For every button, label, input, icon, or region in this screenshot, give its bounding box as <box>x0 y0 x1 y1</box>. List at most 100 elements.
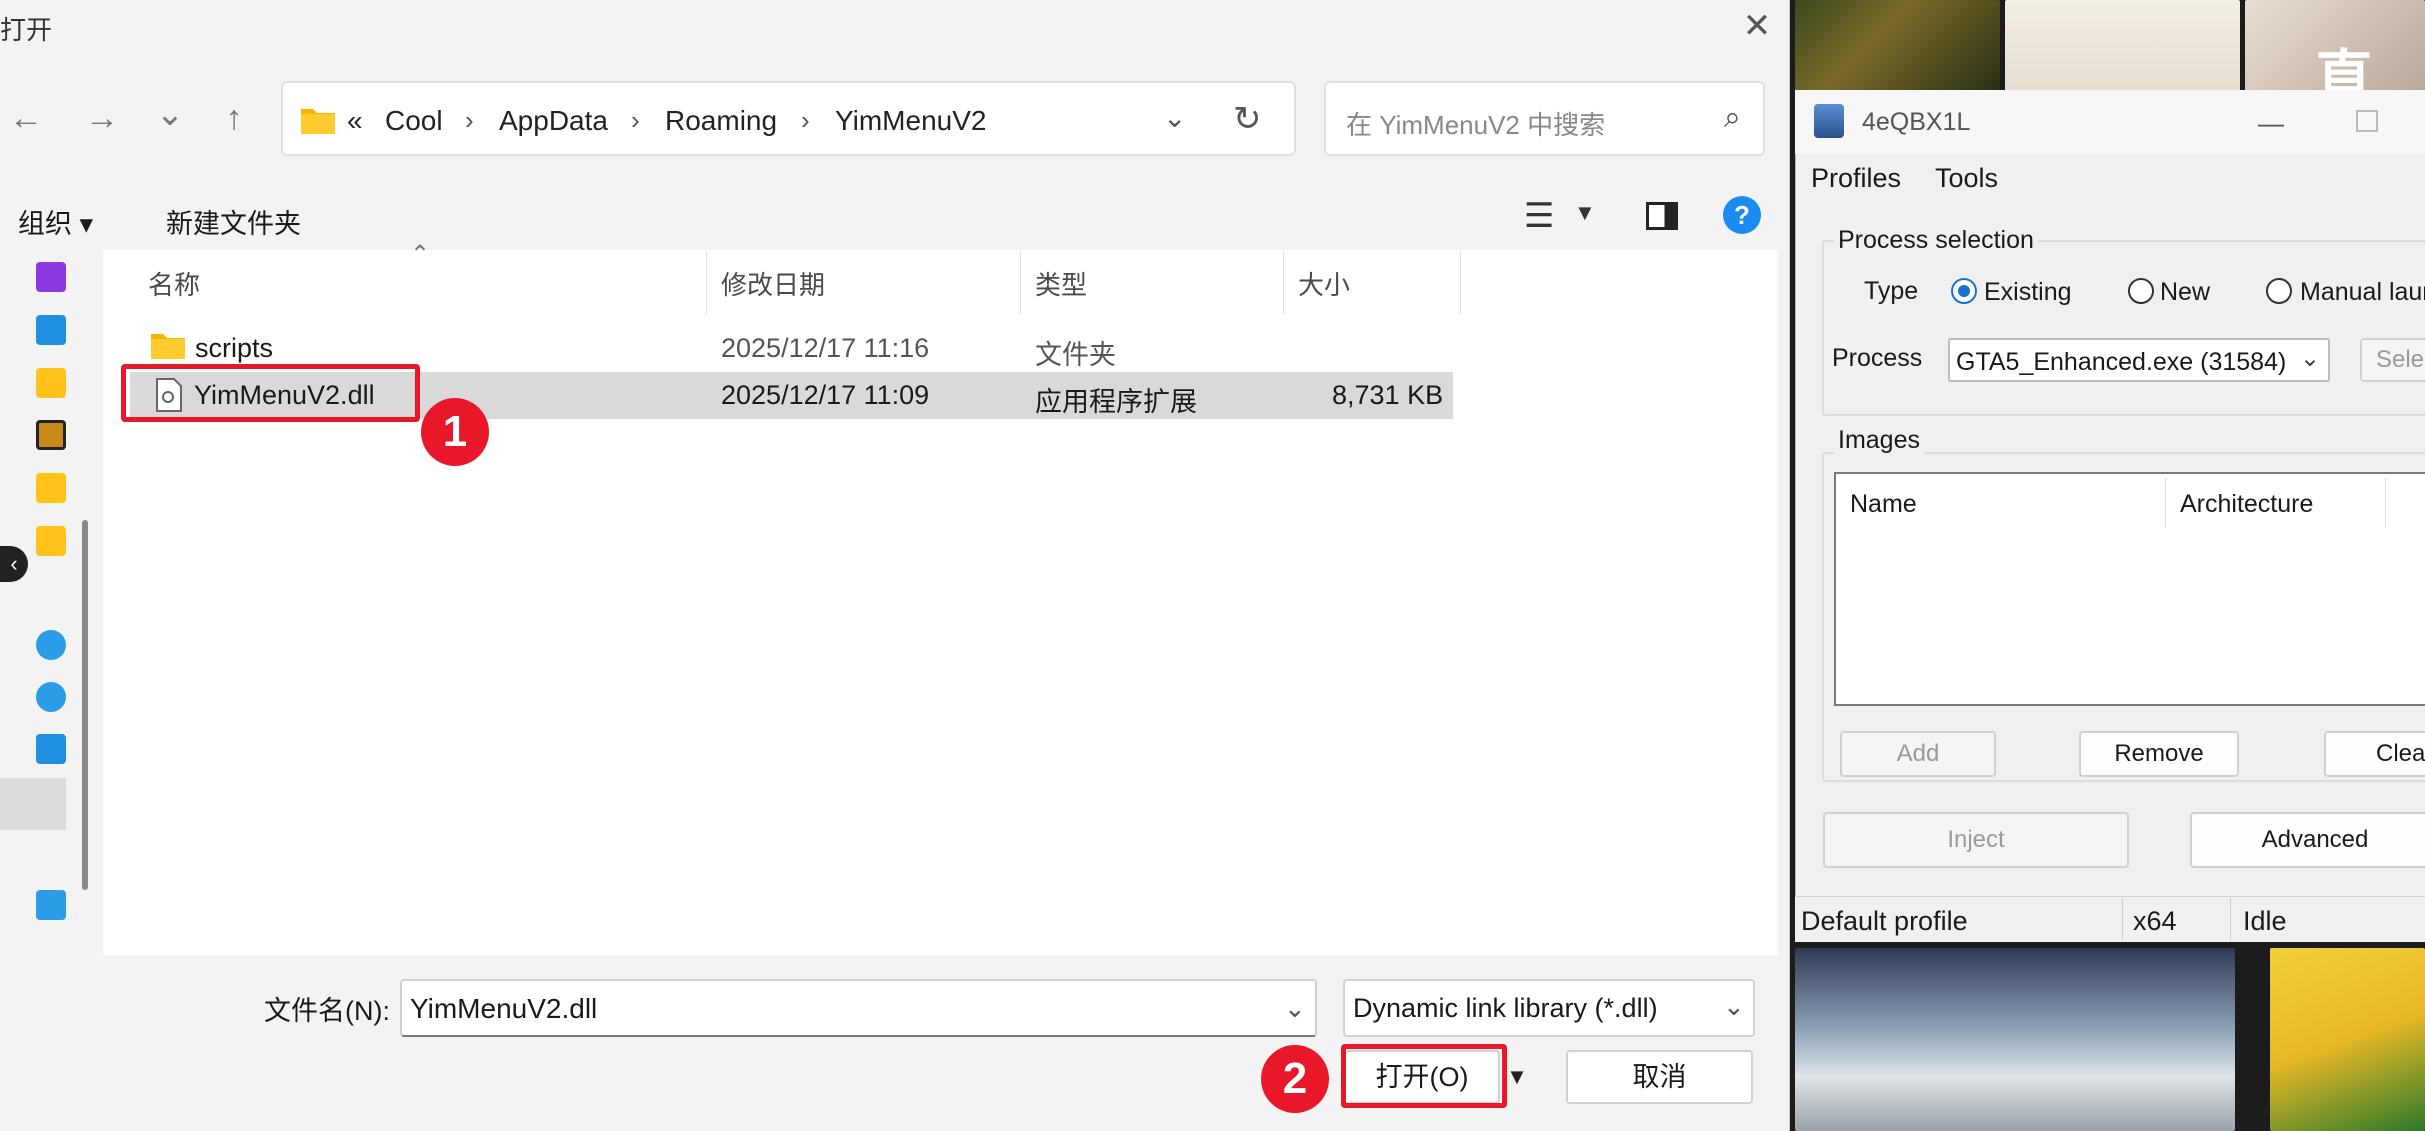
app-icon[interactable] <box>36 420 66 450</box>
images-list[interactable] <box>1834 472 2425 706</box>
column-divider[interactable] <box>706 252 707 314</box>
type-option-existing[interactable]: Existing <box>1984 278 2072 307</box>
type-option-new[interactable]: New <box>2160 278 2210 307</box>
up-arrow-icon[interactable]: ↑ <box>212 96 256 140</box>
nav-selected-row[interactable] <box>0 778 66 830</box>
column-header-size[interactable]: 大小 <box>1298 265 1350 302</box>
column-header-name[interactable]: 名称 <box>148 265 200 302</box>
menu-tools[interactable]: Tools <box>1935 163 1998 194</box>
breadcrumb-item-yimmenuv2[interactable]: YimMenuV2 <box>835 105 986 137</box>
breadcrumb-separator-icon: › <box>631 105 640 135</box>
file-date: 2025/12/17 11:09 <box>721 380 930 410</box>
address-bar[interactable]: « Cool › AppData › Roaming › YimMenuV2 ⌄… <box>281 81 1296 156</box>
type-radio-existing[interactable] <box>1951 278 1977 304</box>
videos-icon[interactable] <box>36 262 66 292</box>
forward-arrow-icon[interactable]: → <box>80 96 124 140</box>
recent-locations-chevron-icon[interactable]: ⌄ <box>148 92 192 136</box>
advanced-button[interactable]: Advanced <box>2190 812 2425 868</box>
maximize-icon[interactable] <box>2356 110 2378 132</box>
column-header-date[interactable]: 修改日期 <box>721 265 825 302</box>
images-column-architecture[interactable]: Architecture <box>2180 490 2313 519</box>
images-column-divider <box>2385 478 2386 528</box>
column-header-type[interactable]: 类型 <box>1035 265 1087 302</box>
column-divider[interactable] <box>1460 252 1461 314</box>
background-photo-top-right: 直奔 <box>2245 0 2425 92</box>
type-option-manual-launch[interactable]: Manual laun <box>2300 278 2425 307</box>
menu-profiles[interactable]: Profiles <box>1811 163 1901 194</box>
type-label: Type <box>1864 277 1919 305</box>
breadcrumb-separator-icon: › <box>801 105 810 135</box>
organize-menu[interactable]: 组织 ▾ <box>18 202 93 241</box>
desktop-icon[interactable] <box>36 315 66 345</box>
folder-icon <box>301 109 335 134</box>
view-dropdown-chevron-icon[interactable]: ▼ <box>1574 200 1596 226</box>
column-divider[interactable] <box>1020 252 1021 314</box>
folder-icon[interactable] <box>36 526 66 556</box>
highlight-box-step2 <box>1341 1044 1507 1108</box>
status-state: Idle <box>2243 906 2287 936</box>
new-folder-button[interactable]: 新建文件夹 <box>166 202 301 241</box>
status-profile: Default profile <box>1801 906 1968 936</box>
dialog-title: 打开 <box>0 15 53 45</box>
process-value: GTA5_Enhanced.exe (31584) <box>1956 348 2287 376</box>
onedrive-icon[interactable] <box>36 682 66 712</box>
search-placeholder: 在 YimMenuV2 中搜索 <box>1346 110 1606 140</box>
search-box[interactable]: 在 YimMenuV2 中搜索 ⌕ <box>1324 81 1765 156</box>
process-selection-group <box>1822 240 2425 416</box>
select-process-button[interactable]: Sele <box>2360 338 2425 382</box>
filename-field[interactable] <box>410 993 1270 1025</box>
background-caption: 直奔 <box>2315 43 2374 92</box>
process-chevron-icon[interactable]: ⌄ <box>2300 344 2320 373</box>
background-photo-bottom-right <box>2270 948 2425 1131</box>
search-icon[interactable]: ⌕ <box>1724 101 1741 135</box>
status-arch: x64 <box>2133 906 2177 936</box>
file-name[interactable]: scripts <box>195 333 273 364</box>
clear-button[interactable]: Clear <box>2324 731 2425 777</box>
images-column-name[interactable]: Name <box>1850 490 1917 519</box>
folder-icon <box>151 334 185 359</box>
onedrive-icon[interactable] <box>36 630 66 660</box>
preview-pane-icon[interactable] <box>1646 202 1678 230</box>
status-divider <box>2122 898 2123 940</box>
folder-icon[interactable] <box>36 473 66 503</box>
step-badge-1: 1 <box>421 398 489 466</box>
folder-icon[interactable] <box>36 368 66 398</box>
type-radio-new[interactable] <box>2128 278 2154 304</box>
process-label: Process <box>1832 344 1923 372</box>
view-options-icon[interactable]: ☰ <box>1524 196 1554 236</box>
file-date: 2025/12/17 11:16 <box>721 333 930 363</box>
column-divider[interactable] <box>1283 252 1284 314</box>
process-selection-label: Process selection <box>1834 226 2038 255</box>
network-icon[interactable] <box>36 890 66 920</box>
step-badge-2: 2 <box>1261 1045 1329 1113</box>
filename-dropdown-chevron-icon[interactable]: ⌄ <box>1284 993 1306 1024</box>
images-column-divider <box>2165 478 2166 528</box>
close-icon[interactable]: ✕ <box>1738 6 1776 46</box>
navigation-pane <box>0 250 70 955</box>
filetype-value: Dynamic link library (*.dll) <box>1353 993 1658 1023</box>
address-dropdown-chevron-icon[interactable]: ⌄ <box>1163 101 1186 134</box>
minimize-icon[interactable]: — <box>2258 108 2284 139</box>
this-pc-icon[interactable] <box>36 734 66 764</box>
cancel-button[interactable]: 取消 <box>1566 1050 1753 1104</box>
app-icon <box>1814 104 1844 138</box>
add-button[interactable]: Add <box>1840 731 1996 777</box>
help-icon[interactable]: ? <box>1723 196 1761 234</box>
back-arrow-icon[interactable]: ← <box>4 96 48 140</box>
nav-scrollbar[interactable] <box>82 520 88 890</box>
breadcrumb-item-appdata[interactable]: AppData <box>499 105 608 137</box>
filetype-chevron-icon[interactable]: ⌄ <box>1723 991 1745 1022</box>
type-radio-manual-launch[interactable] <box>2266 278 2292 304</box>
breadcrumb-item-cool[interactable]: Cool <box>385 105 443 137</box>
refresh-icon[interactable]: ↻ <box>1233 99 1262 139</box>
background-photo-top-left <box>1795 0 2000 92</box>
filetype-select[interactable]: Dynamic link library (*.dll) ⌄ <box>1343 979 1755 1037</box>
breadcrumb-overflow[interactable]: « <box>347 105 363 137</box>
breadcrumb-item-roaming[interactable]: Roaming <box>665 105 777 137</box>
filename-input[interactable]: ⌄ <box>400 979 1317 1037</box>
remove-button[interactable]: Remove <box>2079 731 2239 777</box>
process-select[interactable]: GTA5_Enhanced.exe (31584) ⌄ <box>1948 338 2330 382</box>
background-photo-top-mid <box>2005 0 2240 92</box>
inject-button[interactable]: Inject <box>1823 812 2129 868</box>
images-label: Images <box>1834 426 1924 455</box>
